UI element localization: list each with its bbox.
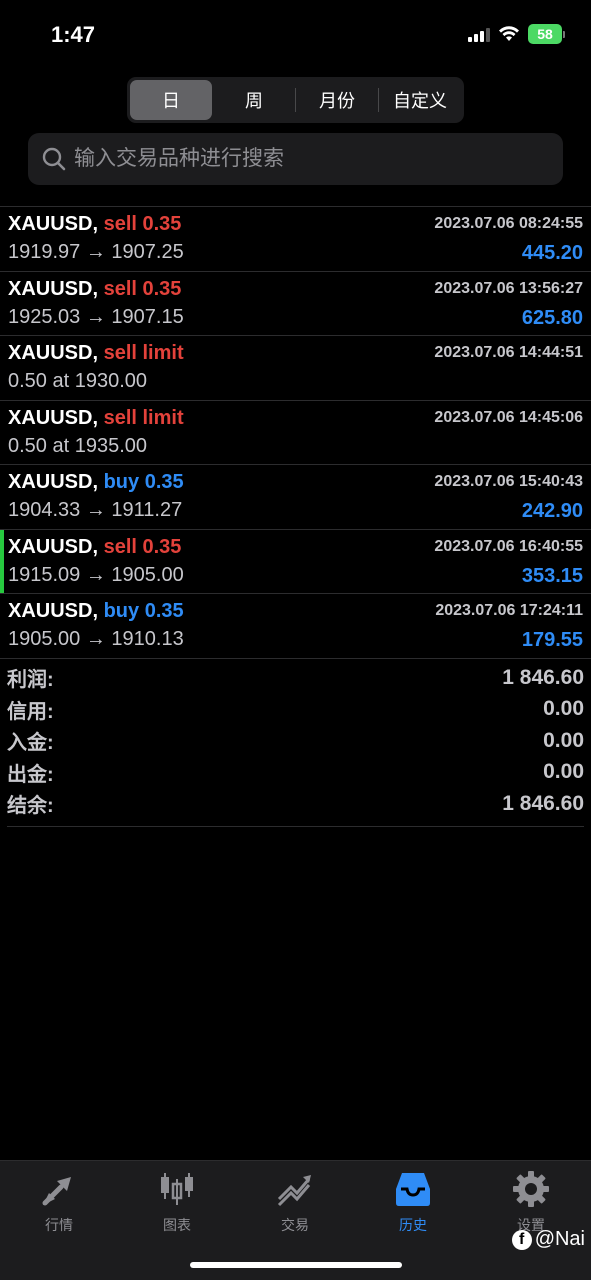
- order-title: XAUUSD, sell limit: [8, 407, 184, 430]
- order-time: 2023.07.06 14:44:51: [434, 344, 583, 361]
- tab-label: 交易: [281, 1217, 309, 1233]
- order-symbol: XAUUSD,: [8, 342, 99, 364]
- tab-quotes[interactable]: 行情: [0, 1169, 118, 1239]
- order-title: XAUUSD, buy 0.35: [8, 471, 184, 494]
- order-title: XAUUSD, sell limit: [8, 342, 184, 365]
- summary-value: 0.00: [543, 760, 584, 784]
- order-profit: 353.15: [521, 564, 583, 587]
- order-symbol: XAUUSD,: [8, 471, 99, 493]
- summary-row: 出金: 0.00: [7, 757, 584, 789]
- segment-day[interactable]: 日: [130, 80, 212, 120]
- order-prices: 1919.97 → 1907.25: [8, 241, 184, 263]
- tab-label: 图表: [163, 1217, 191, 1233]
- status-time: 1:47: [51, 22, 96, 47]
- wifi-icon: [499, 26, 519, 41]
- order-row[interactable]: XAUUSD, sell limit 2023.07.06 14:44:51 0.5…: [0, 336, 591, 401]
- summary-value: 1 846.60: [502, 791, 584, 815]
- order-prices: 0.50 at 1930.00: [8, 370, 148, 392]
- summary-section: 利润: 1 846.60 信用: 0.00 入金: 0.00 出金: 0.00 结余: 1 846…: [7, 662, 584, 827]
- order-time: 2023.07.06 14:45:06: [434, 408, 583, 426]
- order-profit: 179.55: [521, 629, 583, 651]
- gear-icon: [513, 1171, 549, 1207]
- order-type: sell limit: [103, 342, 184, 364]
- order-profit: 242.90: [521, 500, 583, 522]
- order-prices: 0.50 at 1935.00: [8, 434, 148, 457]
- trade-trend-icon: [277, 1175, 311, 1207]
- tab-label: 行情: [45, 1217, 73, 1233]
- home-indicator[interactable]: [190, 1262, 402, 1268]
- summary-row: 信用: 0.00: [7, 694, 584, 726]
- order-title: XAUUSD, sell 0.35: [8, 213, 181, 236]
- order-time: 2023.07.06 13:56:27: [434, 279, 583, 297]
- summary-value: 0.00: [543, 697, 584, 721]
- tab-trade[interactable]: 交易: [236, 1169, 354, 1239]
- search-bar[interactable]: [28, 133, 563, 185]
- battery-level: 58: [528, 24, 562, 44]
- order-title: XAUUSD, sell 0.35: [8, 278, 181, 301]
- history-inbox-icon: [396, 1173, 430, 1206]
- watermark: f @Nai: [511, 1228, 585, 1251]
- summary-value: 1 846.60: [502, 665, 584, 689]
- order-symbol: XAUUSD,: [8, 277, 99, 300]
- order-prices: 1915.09 → 1905.00: [8, 563, 184, 586]
- summary-row: 入金: 0.00: [7, 725, 584, 757]
- summary-label: 利润:: [7, 669, 54, 692]
- quotes-arrows-icon: [42, 1177, 71, 1206]
- battery-icon: 58: [528, 24, 565, 44]
- order-profit: 625.80: [521, 306, 583, 329]
- summary-label: 入金:: [7, 732, 54, 755]
- order-row[interactable]: XAUUSD, sell limit 2023.07.06 14:45:06 0.5…: [0, 401, 591, 465]
- order-row[interactable]: XAUUSD, sell 0.35 2023.07.06 16:40:55 1915…: [0, 529, 591, 594]
- status-bar: 1:47 58: [0, 0, 591, 70]
- order-prices: 1904.33 → 1911.27: [8, 499, 183, 521]
- order-row[interactable]: XAUUSD, buy 0.35 2023.07.06 15:40:43 1904.…: [0, 465, 591, 530]
- order-history-list: XAUUSD, sell 0.35 2023.07.06 08:24:55 1919…: [0, 206, 591, 659]
- search-icon: [42, 147, 66, 171]
- order-prices: 1905.00 → 1910.13: [8, 628, 184, 650]
- order-title: XAUUSD, buy 0.35: [8, 600, 184, 623]
- tab-chart[interactable]: 图表: [118, 1169, 236, 1239]
- summary-label: 信用:: [7, 700, 54, 723]
- summary-label: 出金:: [7, 763, 54, 786]
- period-segmented-control: 日 周 月份 自定义: [127, 77, 464, 123]
- order-row[interactable]: XAUUSD, sell 0.35 2023.07.06 08:24:55 1919…: [0, 207, 591, 272]
- order-profit: 445.20: [521, 242, 583, 264]
- order-type: buy 0.35: [103, 471, 184, 493]
- search-input[interactable]: [74, 147, 544, 171]
- order-symbol: XAUUSD,: [8, 535, 99, 558]
- segment-month[interactable]: 月份: [296, 80, 378, 120]
- order-type: sell 0.35: [103, 213, 182, 235]
- status-icons: 58: [468, 24, 565, 44]
- cellular-signal-icon: [468, 26, 490, 42]
- order-prices: 1925.03 → 1907.15: [8, 305, 184, 328]
- tab-history[interactable]: 历史: [354, 1169, 472, 1239]
- order-time: 2023.07.06 08:24:55: [434, 215, 583, 232]
- order-symbol: XAUUSD,: [8, 213, 99, 235]
- order-time: 2023.07.06 17:24:11: [435, 602, 583, 619]
- tab-label: 历史: [399, 1217, 427, 1233]
- order-symbol: XAUUSD,: [8, 406, 99, 429]
- order-type: sell limit: [103, 406, 184, 429]
- order-symbol: XAUUSD,: [8, 600, 99, 622]
- order-row[interactable]: XAUUSD, buy 0.35 2023.07.06 17:24:11 1905.…: [0, 594, 591, 659]
- order-time: 2023.07.06 16:40:55: [434, 537, 583, 555]
- segment-week[interactable]: 周: [213, 80, 295, 120]
- order-row[interactable]: XAUUSD, sell 0.35 2023.07.06 13:56:27 1925…: [0, 272, 591, 336]
- order-type: sell 0.35: [103, 535, 182, 558]
- order-type: buy 0.35: [103, 600, 184, 622]
- summary-label: 结余:: [7, 795, 54, 818]
- order-title: XAUUSD, sell 0.35: [8, 536, 181, 559]
- summary-row: 结余: 1 846.60: [7, 788, 584, 820]
- summary-value: 0.00: [543, 728, 584, 752]
- order-type: sell 0.35: [103, 277, 182, 300]
- watermark-text: @Nai: [534, 1228, 585, 1250]
- order-time: 2023.07.06 15:40:43: [434, 473, 583, 490]
- summary-row: 利润: 1 846.60: [7, 662, 584, 694]
- segment-custom[interactable]: 自定义: [379, 80, 461, 120]
- facebook-icon: f: [511, 1229, 532, 1250]
- candlestick-chart-icon: [161, 1173, 193, 1205]
